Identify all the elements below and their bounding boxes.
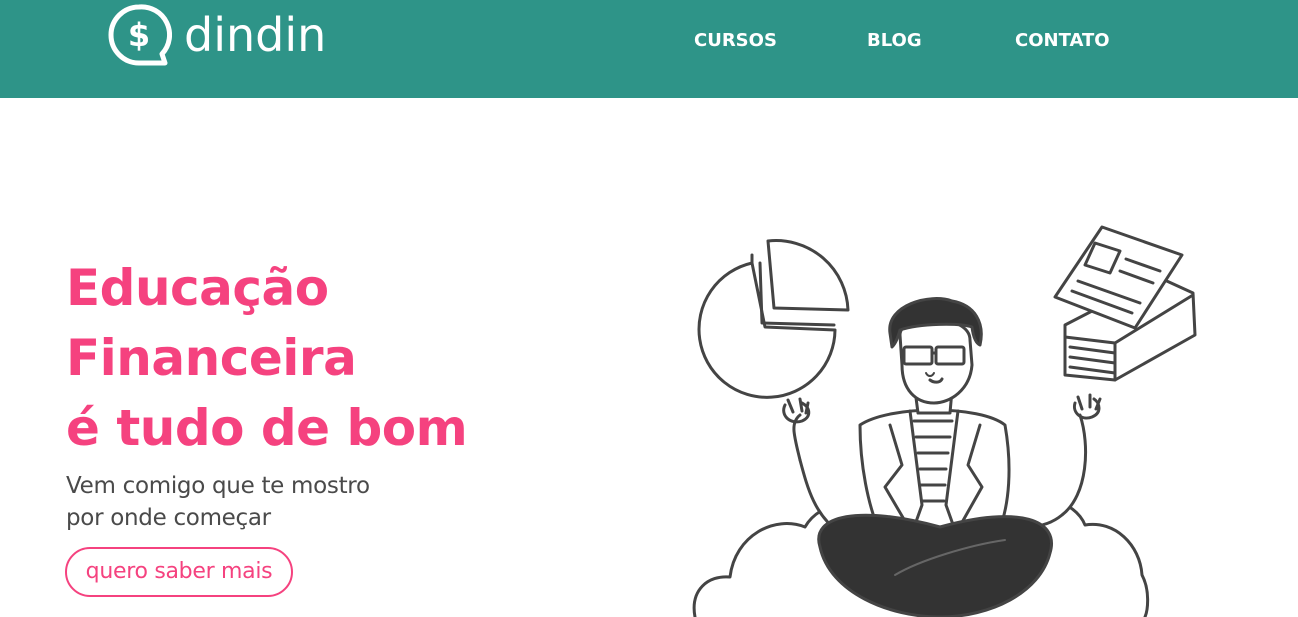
hero-title-line-3: é tudo de bom <box>66 399 468 457</box>
hero-subtitle: Vem comigo que te mostro por onde começa… <box>66 470 370 534</box>
hero-subtitle-line-2: por onde começar <box>66 505 271 531</box>
main-nav: CURSOS BLOG CONTATO <box>0 28 1298 54</box>
site-header: $ dindin CURSOS BLOG CONTATO <box>0 0 1298 98</box>
nav-blog[interactable]: BLOG <box>867 28 922 54</box>
hero-title: Educação Financeira é tudo de bom <box>66 253 468 463</box>
documents-icon <box>1053 225 1197 382</box>
hero-subtitle-line-1: Vem comigo que te mostro <box>66 473 370 499</box>
right-hand <box>1072 393 1102 420</box>
hero-illustration <box>692 225 1197 617</box>
hero-title-line-2: Financeira <box>66 329 357 387</box>
nav-cursos[interactable]: CURSOS <box>694 28 777 54</box>
pie-chart-icon <box>697 239 850 399</box>
hero-title-line-1: Educação <box>66 259 329 317</box>
nav-contato[interactable]: CONTATO <box>1015 28 1110 54</box>
cta-button[interactable]: quero saber mais <box>65 547 293 597</box>
